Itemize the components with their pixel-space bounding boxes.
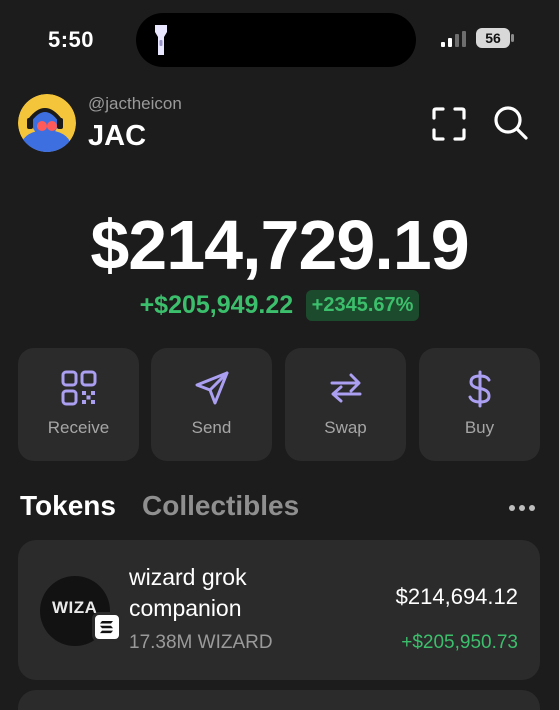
buy-button[interactable]: Buy xyxy=(419,348,540,461)
send-icon xyxy=(195,371,228,405)
buy-label: Buy xyxy=(464,418,495,437)
search-icon[interactable] xyxy=(492,104,530,142)
status-bar: 5:50 56 xyxy=(0,0,559,80)
swap-label: Swap xyxy=(324,418,367,437)
token-change: +$205,950.73 xyxy=(401,632,518,653)
send-button[interactable]: Send xyxy=(151,348,272,461)
receive-button[interactable]: Receive xyxy=(18,348,139,461)
battery-indicator: 56 xyxy=(476,28,510,48)
battery-cap xyxy=(511,34,514,42)
swap-button[interactable]: Swap xyxy=(285,348,406,461)
flashlight-icon xyxy=(155,25,167,55)
token-value: $214,694.12 xyxy=(395,584,518,609)
token-logo-text: WIZA xyxy=(52,598,98,617)
balance-change-amount: +$205,949.22 xyxy=(139,291,294,319)
action-buttons: Receive Send Swap Buy xyxy=(18,348,540,461)
receive-label: Receive xyxy=(47,418,110,437)
token-name: wizard grok companion xyxy=(129,564,247,621)
chain-badge xyxy=(92,612,122,642)
avatar-image xyxy=(18,94,76,152)
asset-tabs: Tokens Collectibles xyxy=(20,490,540,530)
send-label: Send xyxy=(191,418,232,437)
token-amount: 17.38M WIZARD xyxy=(129,632,273,653)
next-token-row[interactable] xyxy=(18,690,540,710)
qr-code-icon xyxy=(61,370,96,406)
dollar-icon xyxy=(468,370,491,408)
account-handle: @jactheicon xyxy=(88,94,182,113)
solana-icon xyxy=(100,621,113,634)
account-name[interactable]: JAC xyxy=(88,120,146,153)
dynamic-island xyxy=(136,13,416,67)
tab-tokens[interactable]: Tokens xyxy=(20,490,116,522)
avatar[interactable] xyxy=(18,94,76,152)
balance-change-percent: +2345.67% xyxy=(305,290,420,321)
cellular-signal-icon xyxy=(441,31,466,47)
more-options-icon[interactable] xyxy=(505,498,539,518)
swap-icon xyxy=(330,373,361,403)
account-header: @jactheicon JAC xyxy=(0,90,559,160)
tab-collectibles[interactable]: Collectibles xyxy=(142,490,299,522)
token-row[interactable]: WIZA wizard grok companion 17.38M WIZARD… xyxy=(18,540,540,680)
total-balance: $214,729.19 xyxy=(90,206,469,284)
scan-qr-icon[interactable] xyxy=(431,106,467,142)
status-time: 5:50 xyxy=(48,27,95,52)
balance-change-row: +$205,949.22 +2345.67% xyxy=(0,290,559,321)
